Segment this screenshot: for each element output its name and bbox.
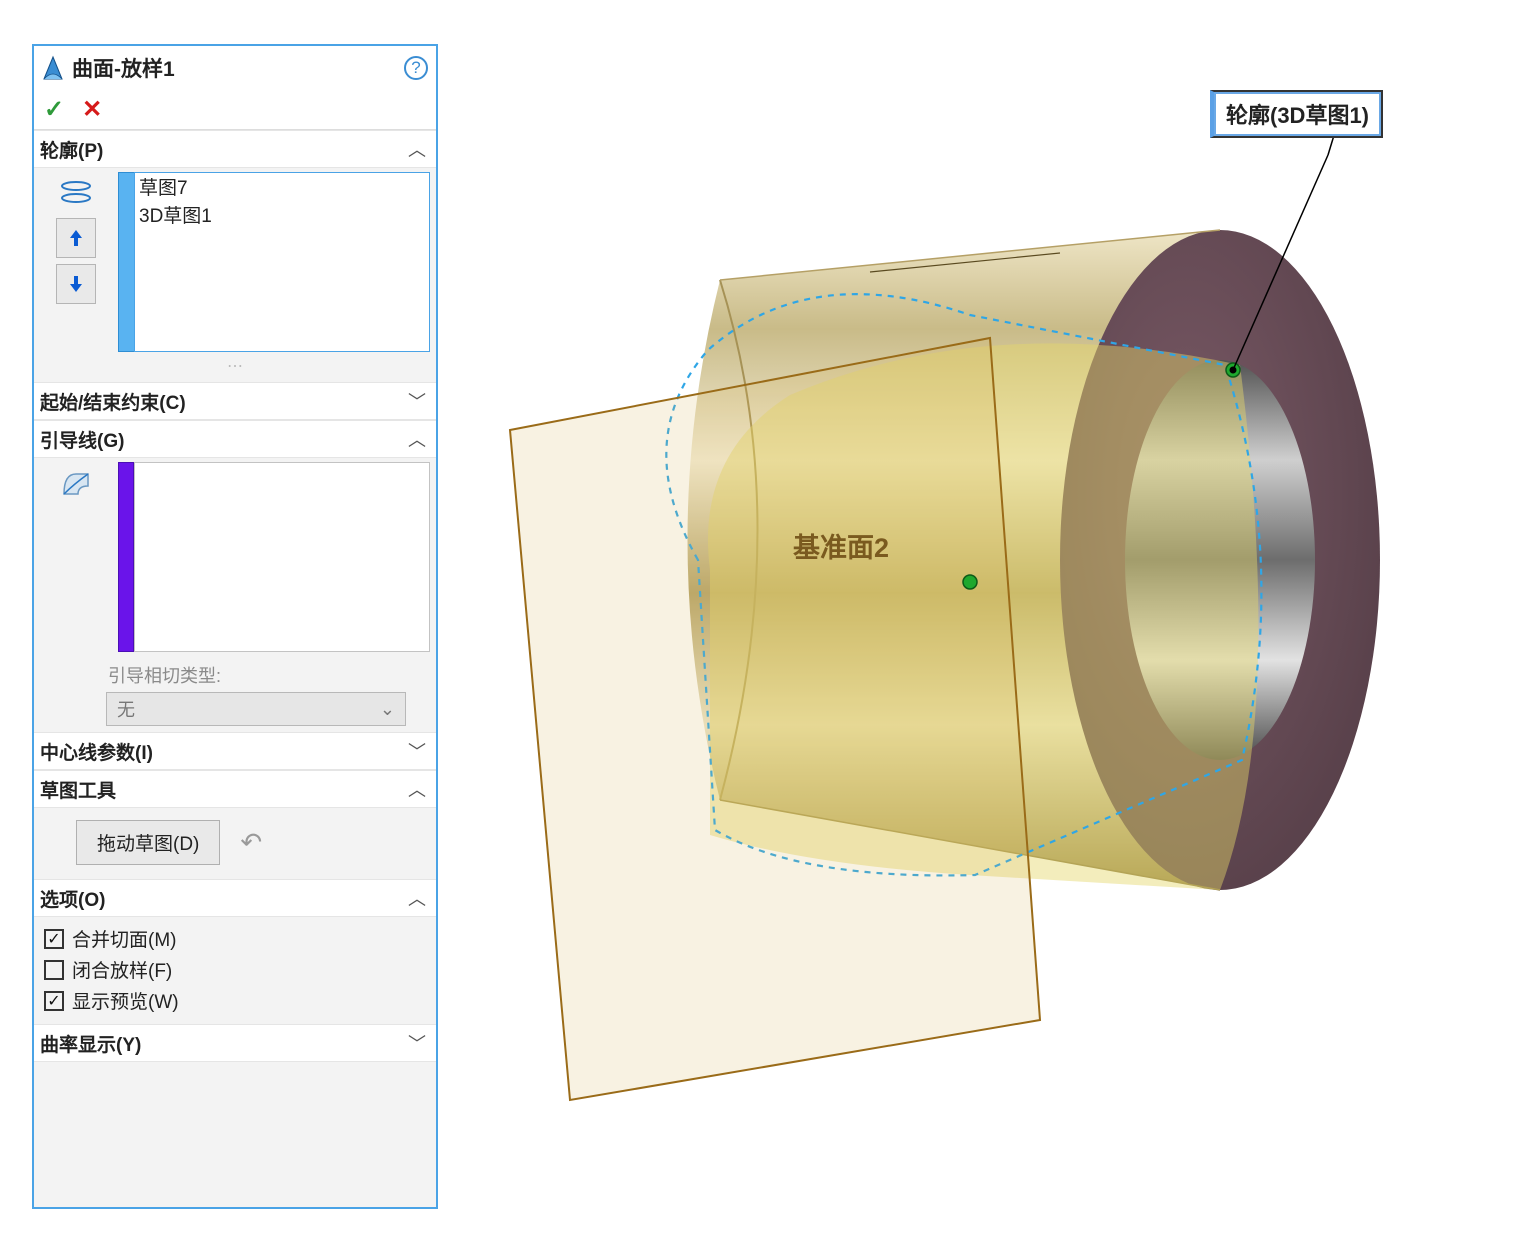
profile-callout[interactable]: 轮廓(3D草图1) — [1210, 90, 1383, 138]
panel-title: 曲面-放样1 — [72, 53, 404, 83]
resize-grip-icon[interactable]: ⋯ — [40, 356, 430, 376]
checkbox-unchecked-icon — [44, 960, 64, 980]
checkbox-checked-icon: ✓ — [44, 991, 64, 1011]
guides-tangency-dropdown[interactable]: 无 ⌄ — [106, 692, 406, 726]
guides-tangency-label: 引导相切类型: — [108, 662, 430, 688]
option-label: 闭合放样(F) — [72, 956, 172, 983]
section-header-centerline[interactable]: 中心线参数(I) ﹀ — [34, 732, 436, 770]
sketch-tools-body: 拖动草图(D) ↶ — [34, 808, 436, 879]
cancel-button[interactable]: ✕ — [82, 95, 102, 124]
section-label: 引导线(G) — [40, 426, 124, 453]
dropdown-value: 无 — [117, 696, 135, 722]
list-item[interactable]: 草图7 — [139, 175, 425, 203]
section-header-sketchtools[interactable]: 草图工具 ︿ — [34, 770, 436, 808]
option-closed-loft[interactable]: 闭合放样(F) — [44, 956, 430, 983]
options-body: ✓ 合并切面(M) 闭合放样(F) ✓ 显示预览(W) — [34, 917, 436, 1024]
option-merge-tangent[interactable]: ✓ 合并切面(M) — [44, 925, 430, 952]
ok-button[interactable]: ✓ — [44, 95, 64, 124]
section-header-curvature[interactable]: 曲率显示(Y) ﹀ — [34, 1024, 436, 1062]
confirm-row: ✓ ✕ — [34, 90, 436, 130]
chevron-up-icon: ︿ — [408, 426, 426, 452]
guide-curve-icon — [56, 462, 96, 502]
chevron-down-icon: ﹀ — [408, 738, 426, 764]
move-down-button[interactable] — [56, 264, 96, 304]
checkbox-checked-icon: ✓ — [44, 929, 64, 949]
profiles-selection-handle[interactable] — [118, 172, 134, 352]
section-label: 草图工具 — [40, 776, 116, 803]
guides-selection-handle[interactable] — [118, 462, 134, 652]
viewport[interactable] — [450, 0, 1516, 1235]
section-header-guides[interactable]: 引导线(G) ︿ — [34, 420, 436, 458]
chevron-up-icon: ︿ — [408, 776, 426, 802]
profiles-icon — [56, 172, 96, 212]
section-label: 起始/结束约束(C) — [40, 388, 186, 415]
property-panel: 曲面-放样1 ? ✓ ✕ 轮廓(P) ︿ — [32, 44, 438, 1209]
list-item[interactable]: 3D草图1 — [139, 203, 425, 231]
chevron-down-icon: ﹀ — [408, 1030, 426, 1056]
option-show-preview[interactable]: ✓ 显示预览(W) — [44, 987, 430, 1014]
option-label: 合并切面(M) — [72, 925, 176, 952]
model-view — [450, 0, 1516, 1235]
callout-label: 轮廓(3D草图1) — [1226, 103, 1369, 128]
option-label: 显示预览(W) — [72, 987, 179, 1014]
profiles-list[interactable]: 草图7 3D草图1 — [134, 172, 430, 352]
undo-icon[interactable]: ↶ — [240, 827, 262, 858]
section-label: 选项(O) — [40, 885, 105, 912]
datum-plane-label: 基准面2 — [793, 526, 889, 565]
guides-body: 引导相切类型: 无 ⌄ — [34, 458, 436, 732]
loft-surface-icon — [42, 55, 64, 81]
profiles-body: 草图7 3D草图1 ⋯ — [34, 168, 436, 382]
section-label: 曲率显示(Y) — [40, 1030, 141, 1057]
datum-plane[interactable] — [510, 338, 1040, 1100]
section-header-startend[interactable]: 起始/结束约束(C) ﹀ — [34, 382, 436, 420]
section-label: 中心线参数(I) — [40, 738, 153, 765]
chevron-up-icon: ︿ — [408, 885, 426, 911]
help-button[interactable]: ? — [404, 56, 428, 80]
section-label: 轮廓(P) — [40, 136, 103, 163]
section-header-profiles[interactable]: 轮廓(P) ︿ — [34, 130, 436, 168]
drag-sketch-button[interactable]: 拖动草图(D) — [76, 820, 220, 865]
section-header-options[interactable]: 选项(O) ︿ — [34, 879, 436, 917]
move-up-button[interactable] — [56, 218, 96, 258]
chevron-down-icon: ⌄ — [380, 699, 395, 720]
guides-list[interactable] — [134, 462, 430, 652]
panel-header: 曲面-放样1 ? — [34, 46, 436, 90]
chevron-down-icon: ﹀ — [408, 388, 426, 414]
chevron-up-icon: ︿ — [408, 136, 426, 162]
